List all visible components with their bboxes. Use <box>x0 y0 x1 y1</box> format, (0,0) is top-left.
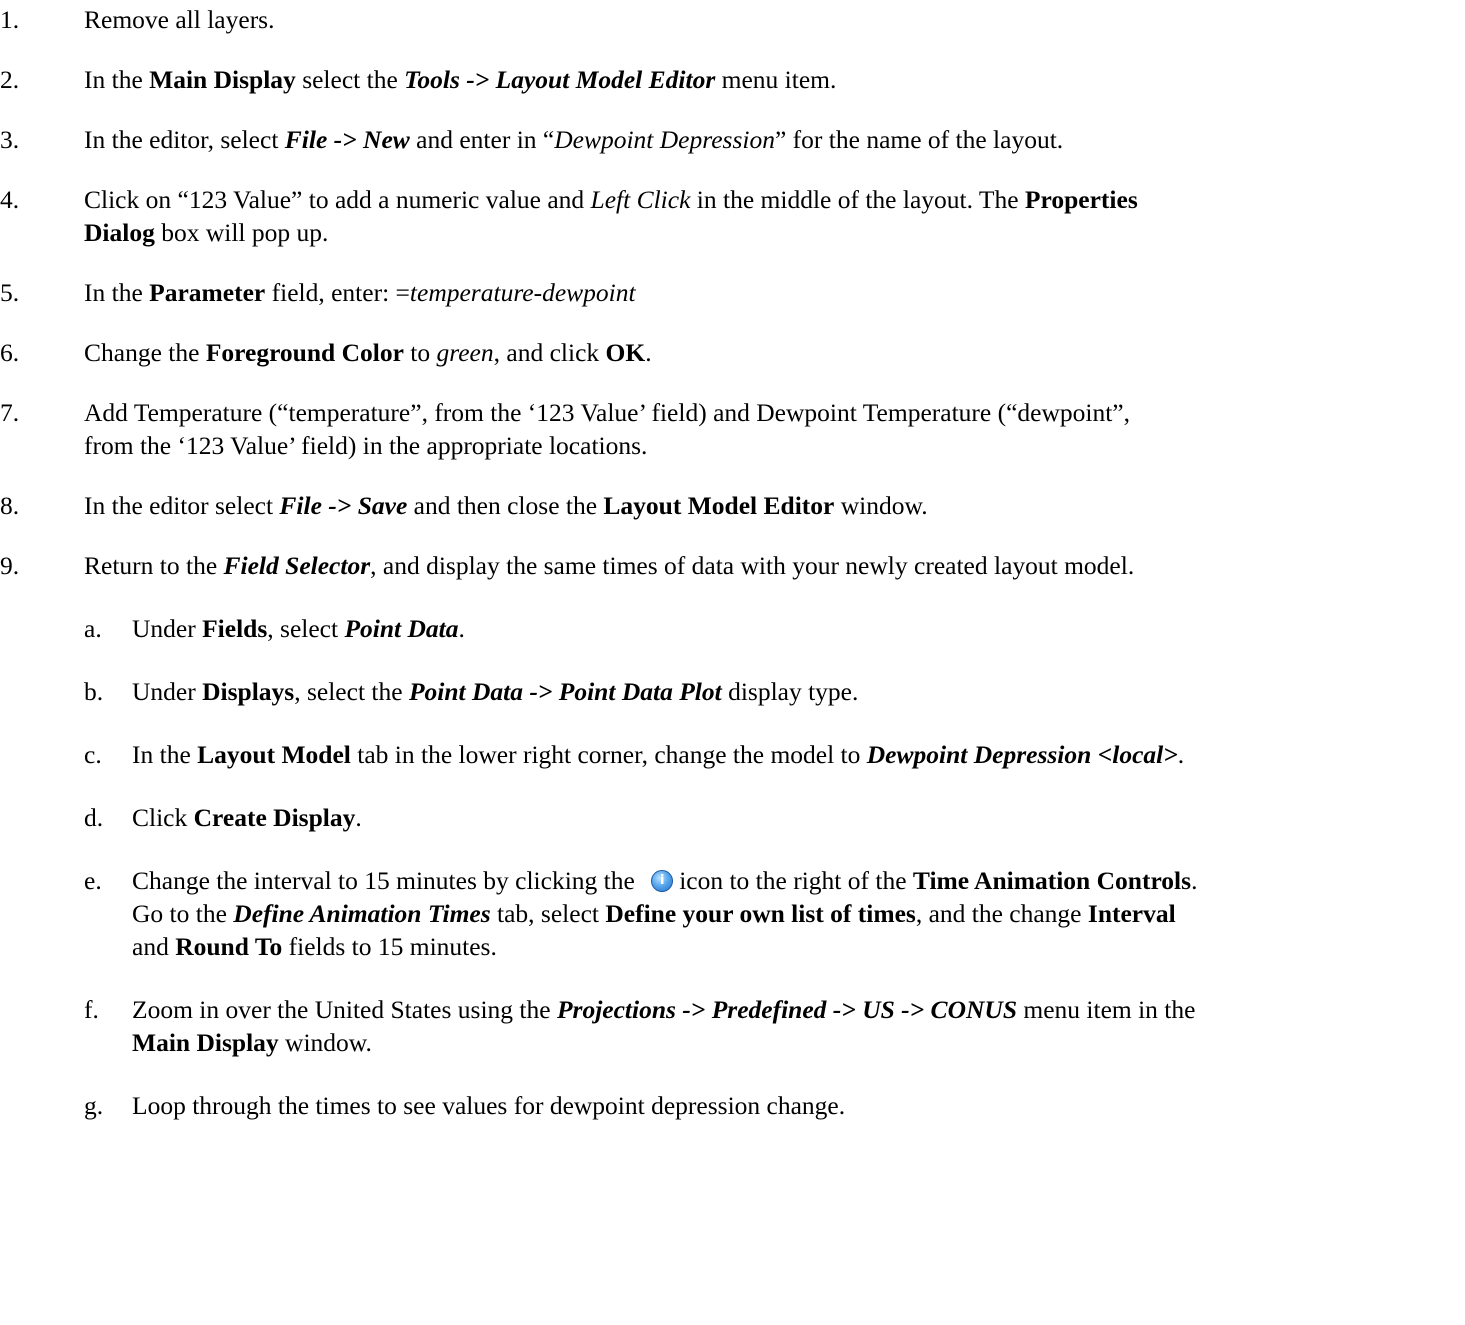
substep-text: Click Create Display. <box>132 803 362 832</box>
substep-letter: g. <box>84 1091 104 1120</box>
step-number: 3. <box>0 125 20 154</box>
substep-text: Loop through the times to see values for… <box>132 1091 846 1120</box>
step-4: 4. Click on “123 Value” to add a numeric… <box>0 183 1440 249</box>
substep-text: Under Displays, select the Point Data ->… <box>132 677 859 706</box>
substep-letter: f. <box>84 995 99 1024</box>
step-6: 6. Change the Foreground Color to green,… <box>0 336 1440 369</box>
step-number: 9. <box>0 551 20 580</box>
step-9: 9. Return to the Field Selector, and dis… <box>0 549 1440 582</box>
step-number: 2. <box>0 65 20 94</box>
step-number: 6. <box>0 338 20 367</box>
substep-f: f. Zoom in over the United States using … <box>0 993 1440 1059</box>
step-5: 5. In the Parameter field, enter: =tempe… <box>0 276 1440 309</box>
instruction-document: 1. Remove all layers. 2. In the Main Dis… <box>0 0 1465 1325</box>
step-text: In the Parameter field, enter: =temperat… <box>84 278 636 307</box>
step-number: 4. <box>0 185 20 214</box>
step-3: 3. In the editor, select File -> New and… <box>0 123 1440 156</box>
substep-letter: a. <box>84 614 102 643</box>
substep-text: Under Fields, select Point Data. <box>132 614 465 643</box>
step-text: Return to the Field Selector, and displa… <box>84 551 1135 580</box>
step-2: 2. In the Main Display select the Tools … <box>0 63 1440 96</box>
substep-text: In the Layout Model tab in the lower rig… <box>132 740 1185 769</box>
step-text: Click on “123 Value” to add a numeric va… <box>84 185 1138 247</box>
step-number: 7. <box>0 398 20 427</box>
info-icon[interactable] <box>651 870 674 892</box>
substep-text: Change the interval to 15 minutes by cli… <box>132 864 1440 963</box>
step-number: 8. <box>0 491 20 520</box>
step-7: 7. Add Temperature (“temperature”, from … <box>0 396 1440 462</box>
step-text: Add Temperature (“temperature”, from the… <box>84 398 1130 460</box>
substep-b: b. Under Displays, select the Point Data… <box>0 675 1440 708</box>
substep-letter: d. <box>84 803 104 832</box>
step-text: Change the Foreground Color to green, an… <box>84 338 652 367</box>
step-text: In the editor, select File -> New and en… <box>84 125 1064 154</box>
substep-letter: c. <box>84 740 102 769</box>
substep-text: Zoom in over the United States using the… <box>132 995 1196 1057</box>
substep-d: d. Click Create Display. <box>0 801 1440 834</box>
substep-c: c. In the Layout Model tab in the lower … <box>0 738 1440 771</box>
substep-letter: b. <box>84 677 104 706</box>
substep-a: a. Under Fields, select Point Data. <box>0 612 1440 645</box>
substep-letter: e. <box>84 866 102 895</box>
step-number: 1. <box>0 5 20 34</box>
step-text: In the Main Display select the Tools -> … <box>84 65 837 94</box>
step-8: 8. In the editor select File -> Save and… <box>0 489 1440 522</box>
substep-e: e. Change the interval to 15 minutes by … <box>0 864 1440 963</box>
step-1: 1. Remove all layers. <box>0 3 1440 36</box>
substep-g: g. Loop through the times to see values … <box>0 1089 1440 1122</box>
step-text: In the editor select File -> Save and th… <box>84 491 928 520</box>
step-number: 5. <box>0 278 20 307</box>
step-text: Remove all layers. <box>84 5 275 34</box>
